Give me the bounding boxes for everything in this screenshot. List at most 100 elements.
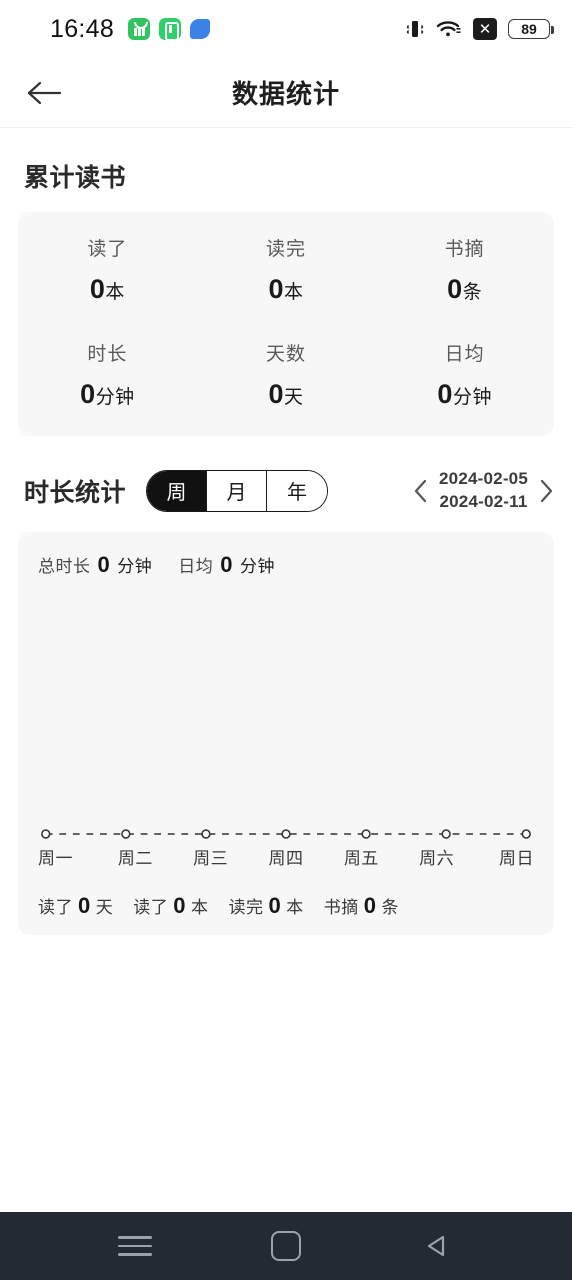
tab-week[interactable]: 周 [147, 470, 208, 511]
x-label-wed: 周三 [193, 848, 229, 868]
stat-value: 0本 [90, 274, 125, 305]
chart-daily-average: 日均 0 分钟 [178, 552, 275, 578]
footer-unit: 天 [95, 897, 114, 917]
line-chart-svg [41, 829, 531, 839]
chart-average-unit: 分钟 [240, 556, 275, 576]
stat-value: 0条 [447, 274, 482, 305]
chevron-left-icon [414, 479, 427, 503]
stat-number: 0 [80, 379, 96, 409]
footer-value: 0 [173, 892, 186, 918]
stat-cell-days: 天数 0天 [197, 339, 376, 410]
home-icon [270, 1231, 301, 1261]
footer-value: 0 [78, 892, 91, 918]
no-sim-icon: ✕ [473, 18, 497, 40]
stat-value: 0天 [268, 379, 303, 410]
footer-read-books: 读了 0 本 [133, 893, 208, 919]
x-label-sun: 周日 [498, 848, 534, 868]
x-label-tue: 周二 [117, 848, 153, 868]
range-end-date: 2024-02-11 [439, 491, 528, 511]
chart-total-unit: 分钟 [117, 556, 153, 576]
back-arrow-icon [27, 81, 62, 104]
next-period-button[interactable] [538, 478, 554, 504]
stat-cell-finished-count: 读完 0本 [197, 234, 376, 305]
date-range-label[interactable]: 2024-02-05 2024-02-11 [439, 468, 528, 514]
app-icon-green-battery [159, 18, 182, 41]
footer-finished-books: 读完 0 本 [229, 893, 304, 919]
footer-label: 读了 [133, 897, 169, 917]
duration-chart-card: 总时长 0 分钟 日均 0 分钟 周一 周二 周三 周四 周五 周六 周日 读了… [18, 531, 554, 935]
x-label-sat: 周六 [419, 848, 455, 868]
footer-unit: 条 [381, 897, 399, 917]
chart-point-周三[interactable] [201, 829, 211, 839]
footer-read-days: 读了 0 天 [38, 893, 113, 919]
phone-screen: 16:48 ✕ 89 数据统计 累计读书 读了 0本 读完 0本 书摘 0条 时… [0, 0, 572, 1280]
chart-point-周六[interactable] [441, 829, 451, 839]
chart-point-周二[interactable] [121, 829, 131, 839]
stat-label: 读完 [266, 239, 307, 260]
footer-unit: 本 [286, 897, 304, 917]
x-label-fri: 周五 [343, 848, 379, 868]
stat-unit: 本 [105, 282, 125, 303]
stat-number: 0 [268, 379, 285, 409]
battery-indicator: 89 [508, 19, 554, 39]
app-bar: 数据统计 [0, 58, 572, 128]
stat-unit: 分钟 [452, 387, 492, 408]
stat-cell-read-count: 读了 0本 [18, 234, 197, 305]
stat-label: 书摘 [444, 239, 485, 260]
stat-value: 0分钟 [80, 379, 135, 410]
tab-year[interactable]: 年 [267, 470, 328, 511]
footer-label: 读了 [38, 897, 73, 917]
status-bar-system-icons: ✕ 89 [405, 18, 554, 40]
chart-average-label: 日均 [178, 556, 214, 576]
stat-value: 0分钟 [437, 379, 492, 410]
nav-home-button[interactable] [256, 1221, 316, 1271]
prev-period-button[interactable] [413, 478, 429, 504]
chart-total-label: 总时长 [38, 556, 91, 576]
chart-total-value: 0 [97, 551, 111, 577]
app-icon-green-headphones [128, 18, 151, 40]
status-bar-clock: 16:48 [50, 14, 115, 43]
duration-section-title: 时长统计 [24, 478, 127, 507]
period-segmented-control[interactable]: 周 月 年 [146, 469, 329, 512]
stat-label: 读了 [87, 239, 128, 260]
date-range-selector: 2024-02-05 2024-02-11 [413, 468, 554, 514]
stat-value: 0本 [268, 274, 303, 305]
footer-label: 读完 [228, 897, 264, 917]
footer-value: 0 [268, 892, 282, 918]
chart-total-duration: 总时长 0 分钟 [38, 552, 152, 578]
chart-summary: 总时长 0 分钟 日均 0 分钟 [38, 552, 534, 578]
stat-unit: 天 [284, 387, 304, 408]
stat-number: 0 [89, 274, 106, 304]
chart-point-周四[interactable] [281, 829, 291, 839]
stat-unit: 分钟 [95, 387, 135, 408]
x-label-mon: 周一 [38, 848, 73, 868]
nav-recents-button[interactable] [105, 1221, 165, 1271]
cumulative-section-title: 累计读书 [24, 164, 127, 192]
tab-month[interactable]: 月 [207, 470, 268, 511]
stat-label: 日均 [444, 344, 485, 365]
chart-point-周日[interactable] [521, 829, 531, 839]
cumulative-stats-row-1: 读了 0本 读完 0本 书摘 0条 [18, 234, 554, 305]
stat-unit: 本 [284, 282, 304, 303]
chart-point-周一[interactable] [41, 829, 51, 839]
duration-section-header: 时长统计 周 月 年 2024-02-05 2024-02-11 [24, 468, 554, 514]
nav-back-button[interactable] [407, 1221, 467, 1271]
cumulative-stats-row-2: 时长 0分钟 天数 0天 日均 0分钟 [18, 339, 554, 410]
footer-unit: 本 [191, 897, 209, 917]
back-button[interactable] [22, 71, 66, 115]
chart-point-周五[interactable] [361, 829, 371, 839]
stat-cell-excerpt-count: 书摘 0条 [375, 234, 554, 305]
chevron-right-icon [540, 479, 553, 503]
recents-icon [118, 1236, 153, 1256]
footer-label: 书摘 [323, 897, 359, 917]
app-icon-blue-leaf [190, 19, 211, 39]
stat-label: 天数 [266, 344, 307, 365]
chart-x-axis-labels: 周一 周二 周三 周四 周五 周六 周日 [38, 844, 534, 869]
stat-unit: 条 [462, 282, 483, 303]
back-icon [427, 1235, 444, 1257]
chart-average-value: 0 [220, 551, 233, 577]
stat-cell-duration: 时长 0分钟 [18, 339, 197, 410]
stat-cell-daily-average: 日均 0分钟 [375, 339, 554, 410]
vibrate-icon [406, 21, 424, 37]
status-bar-app-icons [128, 18, 211, 41]
